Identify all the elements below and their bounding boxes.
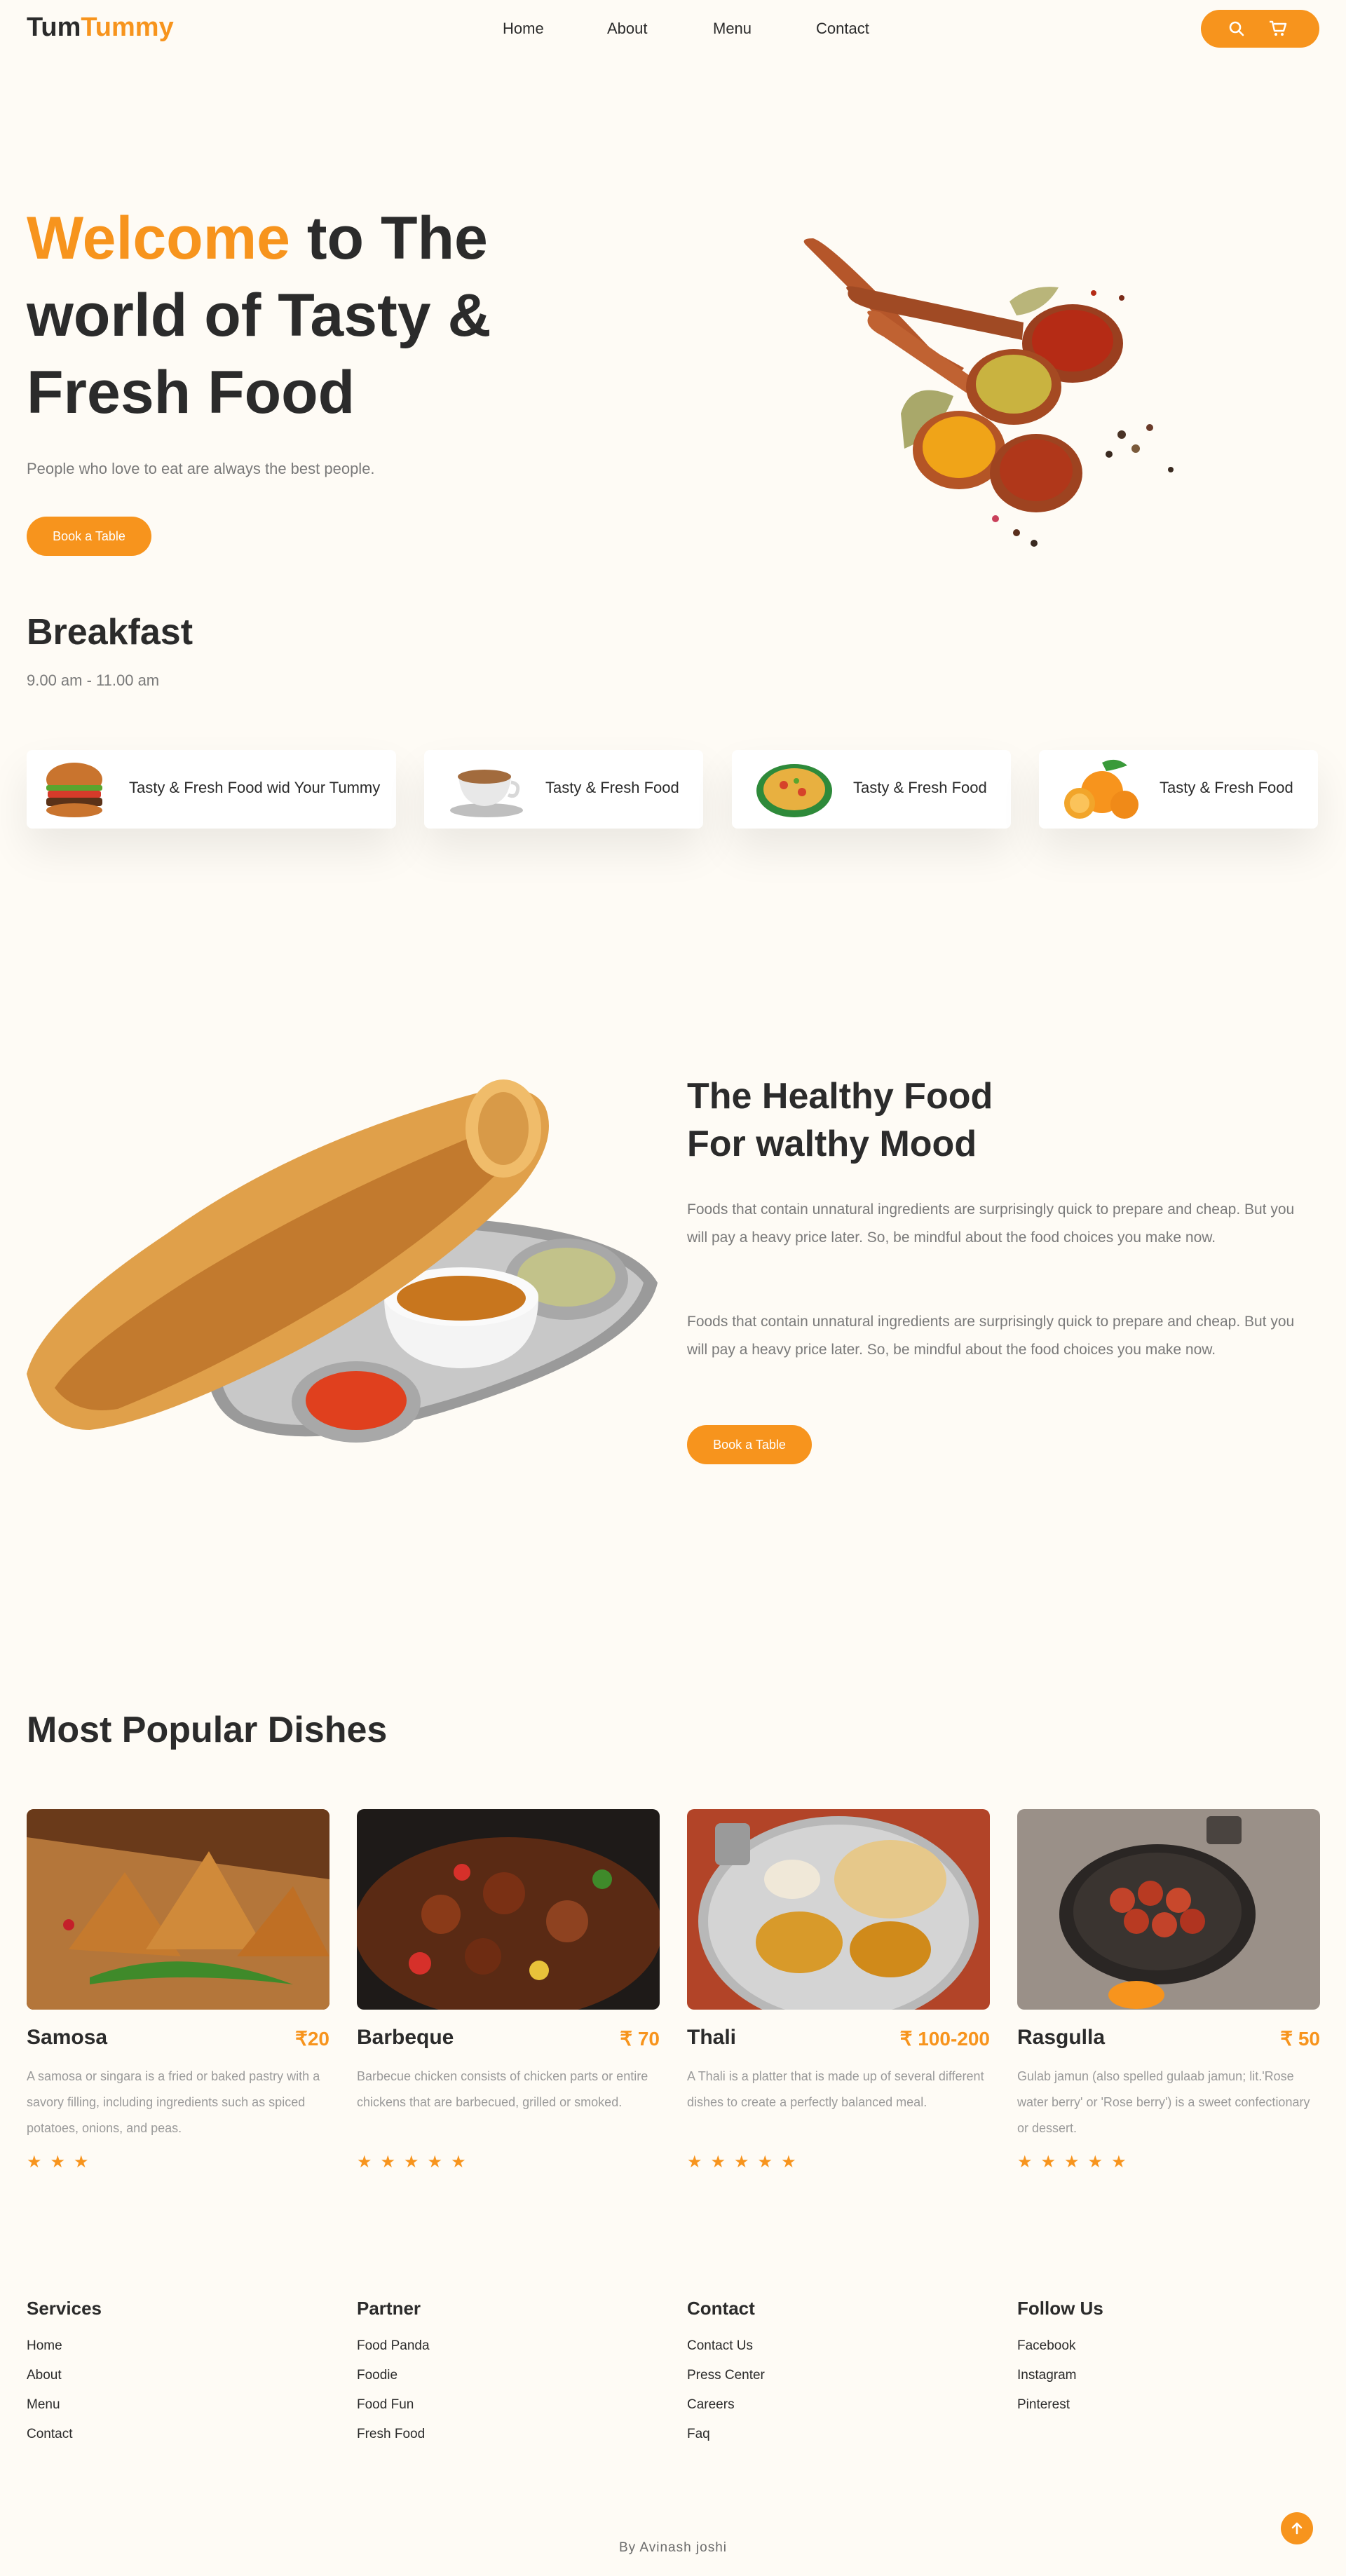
footer-link[interactable]: Contact: [27, 2427, 72, 2442]
logo[interactable]: TumTummy: [27, 13, 174, 43]
dish-name: Rasgulla: [1017, 2026, 1106, 2049]
healthy-paragraph-1: Foods that contain unnatural ingredients…: [687, 1201, 1295, 1246]
dish-rating-stars: ★★★★★: [357, 2153, 475, 2172]
cart-icon[interactable]: [1268, 20, 1288, 38]
dish-rating-stars: ★★★: [27, 2153, 97, 2172]
spices-image: [803, 238, 1174, 547]
nav-about[interactable]: About: [607, 20, 648, 38]
rasgulla-image[interactable]: [1017, 1809, 1320, 2010]
dish-price: ₹ 100-200: [899, 2028, 990, 2050]
dish-price: ₹ 50: [1280, 2028, 1320, 2050]
footer-link[interactable]: Food Fun: [357, 2397, 414, 2413]
footer-link[interactable]: Home: [27, 2338, 62, 2354]
popular-title: Most Popular Dishes: [27, 1710, 388, 1750]
barbeque-image[interactable]: [357, 1809, 660, 2010]
footer-heading-follow-us: Follow Us: [1017, 2298, 1103, 2319]
breakfast-card[interactable]: Tasty & Fresh Food wid Your Tummy: [27, 750, 396, 829]
footer-link[interactable]: Contact Us: [687, 2338, 753, 2354]
dish-description: A samosa or singara is a fried or baked …: [27, 2069, 320, 2135]
dish-rating-stars: ★★★★★: [687, 2153, 805, 2172]
healthy-title-line1: The Healthy Food: [687, 1076, 993, 1117]
footer-link[interactable]: Food Panda: [357, 2338, 430, 2354]
breakfast-card[interactable]: Tasty & Fresh Food: [1039, 750, 1318, 829]
footer-link[interactable]: About: [27, 2368, 62, 2383]
logo-part2: Tummy: [81, 13, 174, 42]
arrow-up-icon: [1291, 2522, 1303, 2535]
footer-link[interactable]: Press Center: [687, 2368, 765, 2383]
breakfast-card-label: Tasty & Fresh Food: [545, 779, 679, 796]
footer-link[interactable]: Fresh Food: [357, 2427, 425, 2442]
oranges-image: [1064, 759, 1138, 819]
footer-credit: By Avinash joshi: [618, 2540, 727, 2555]
footer-link[interactable]: Faq: [687, 2427, 710, 2442]
footer-link[interactable]: Careers: [687, 2397, 735, 2413]
breakfast-card[interactable]: Tasty & Fresh Food: [424, 750, 703, 829]
dosa-image: [27, 1079, 658, 1443]
header-actions: [1201, 10, 1319, 48]
breakfast-card-label: Tasty & Fresh Food: [853, 779, 987, 796]
rice-bowl-image: [756, 764, 832, 817]
breakfast-title: Breakfast: [27, 612, 193, 653]
dish-rating-stars: ★★★★★: [1017, 2153, 1135, 2172]
dish-description: A Thali is a platter that is made up of …: [687, 2069, 984, 2109]
dish-description: Barbecue chicken consists of chicken par…: [357, 2069, 648, 2109]
dish-price: ₹ 70: [620, 2028, 660, 2050]
dish-price: ₹20: [295, 2028, 329, 2050]
breakfast-card-label: Tasty & Fresh Food wid Your Tummy: [129, 779, 381, 796]
nav-contact[interactable]: Contact: [816, 20, 869, 38]
footer-link[interactable]: Foodie: [357, 2368, 397, 2383]
dish-name: Thali: [687, 2026, 737, 2049]
healthy-title-line2: For walthy Mood: [687, 1124, 977, 1164]
search-icon[interactable]: [1228, 20, 1246, 38]
footer-link[interactable]: Pinterest: [1017, 2397, 1070, 2413]
book-table-button[interactable]: Book a Table: [687, 1425, 812, 1464]
coffee-cup-image: [450, 770, 523, 817]
hero-subtitle: People who love to eat are always the be…: [27, 460, 375, 477]
breakfast-card[interactable]: Tasty & Fresh Food: [732, 750, 1011, 829]
footer-heading-contact: Contact: [687, 2298, 755, 2319]
breakfast-time: 9.00 am - 11.00 am: [27, 672, 160, 689]
hero-title: Welcome to The world of Tasty & Fresh Fo…: [27, 200, 630, 431]
breakfast-card-label: Tasty & Fresh Food: [1160, 779, 1293, 796]
logo-part1: Tum: [27, 13, 81, 42]
book-table-button[interactable]: Book a Table: [27, 517, 151, 556]
dish-name: Samosa: [27, 2026, 108, 2049]
burger-image: [46, 763, 102, 817]
healthy-paragraph-2: Foods that contain unnatural ingredients…: [687, 1314, 1295, 1358]
healthy-title: The Healthy Food For walthy Mood: [687, 1072, 993, 1168]
footer-link[interactable]: Instagram: [1017, 2368, 1076, 2383]
thali-image[interactable]: [687, 1809, 990, 2010]
nav-home[interactable]: Home: [503, 20, 544, 38]
footer-link[interactable]: Menu: [27, 2397, 60, 2413]
dish-description: Gulab jamun (also spelled gulaab jamun; …: [1017, 2069, 1310, 2135]
footer-link[interactable]: Facebook: [1017, 2338, 1075, 2354]
footer-heading-services: Services: [27, 2298, 102, 2319]
samosa-image[interactable]: [27, 1809, 329, 2010]
hero-title-accent: Welcome: [27, 205, 290, 272]
footer-heading-partner: Partner: [357, 2298, 421, 2319]
dish-name: Barbeque: [357, 2026, 454, 2049]
nav-menu[interactable]: Menu: [713, 20, 752, 38]
